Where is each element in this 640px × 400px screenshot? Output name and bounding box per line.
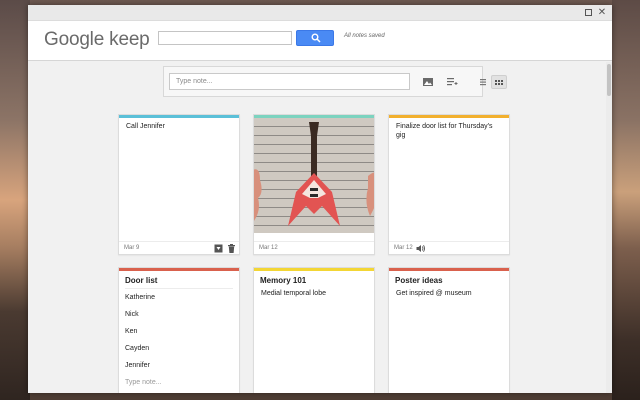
note-title: Poster ideas xyxy=(395,276,443,285)
close-button[interactable]: ✕ xyxy=(596,7,608,19)
app-header: Google keep All notes saved xyxy=(28,21,612,61)
list-item[interactable]: Jennifer xyxy=(119,357,239,374)
note-title: Memory 101 xyxy=(260,276,307,285)
search-input[interactable] xyxy=(158,31,292,45)
list-view-button[interactable] xyxy=(475,75,491,89)
note-text: Call Jennifer xyxy=(126,123,165,130)
grid-view-button[interactable] xyxy=(491,75,507,89)
scrollbar[interactable] xyxy=(606,62,612,393)
note-date: Mar 12 xyxy=(394,245,413,251)
close-icon: ✕ xyxy=(597,7,607,18)
note-date: Mar 12 xyxy=(259,245,278,251)
list-item[interactable]: Nick xyxy=(119,306,239,323)
note-text: Medial temporal lobe xyxy=(261,290,326,297)
list-add-icon[interactable] xyxy=(446,76,458,88)
note-card[interactable]: Memory 101 Medial temporal lobe xyxy=(253,267,375,393)
note-text: Get inspired @ museum xyxy=(396,290,472,297)
note-card[interactable]: Poster ideas Get inspired @ museum xyxy=(388,267,510,393)
app-logo: Google keep xyxy=(44,29,150,50)
speaker-icon[interactable] xyxy=(416,244,426,253)
archive-icon[interactable] xyxy=(214,244,223,253)
trash-icon[interactable] xyxy=(227,244,236,253)
note-footer: Mar 12 xyxy=(254,241,374,254)
grid-view-icon xyxy=(495,80,503,85)
scrollbar-thumb[interactable] xyxy=(607,64,611,96)
note-card[interactable]: Door list Katherine Nick Ken Cayden Jenn… xyxy=(118,267,240,393)
list-item[interactable]: Katherine xyxy=(119,289,239,306)
note-date: Mar 9 xyxy=(124,245,140,251)
note-card[interactable]: Finalize door list for Thursday's gig Ma… xyxy=(388,114,510,255)
guitar-image xyxy=(254,118,374,233)
desktop-wallpaper-right xyxy=(612,0,640,400)
save-status: All notes saved xyxy=(344,33,385,39)
search-button[interactable] xyxy=(296,30,334,46)
app-window: ✕ Google keep All notes saved Type note.… xyxy=(28,5,612,393)
note-footer: Mar 9 xyxy=(119,241,239,254)
note-card[interactable]: Call Jennifer Mar 9 xyxy=(118,114,240,255)
list-view-icon xyxy=(480,79,486,86)
note-toolbar: Type note... xyxy=(163,66,507,97)
note-title: Door list xyxy=(125,276,158,285)
image-icon[interactable] xyxy=(422,76,434,88)
note-text: Finalize door list for Thursday's gig xyxy=(396,123,493,139)
note-footer: Mar 12 xyxy=(389,241,509,254)
list-item[interactable]: Cayden xyxy=(119,340,239,357)
new-note-input[interactable]: Type note... xyxy=(169,73,410,90)
desktop-wallpaper-left xyxy=(0,0,30,400)
maximize-icon xyxy=(584,9,592,16)
note-card[interactable]: Mar 12 xyxy=(253,114,375,255)
list-item[interactable]: Ken xyxy=(119,323,239,340)
notes-area: Type note... Call Jennifer Mar 9 Mar 12 … xyxy=(28,62,606,393)
maximize-button[interactable] xyxy=(582,7,594,19)
search-icon xyxy=(311,33,321,43)
window-titlebar: ✕ xyxy=(28,5,612,21)
list-item-input[interactable]: Type note... xyxy=(119,374,239,391)
